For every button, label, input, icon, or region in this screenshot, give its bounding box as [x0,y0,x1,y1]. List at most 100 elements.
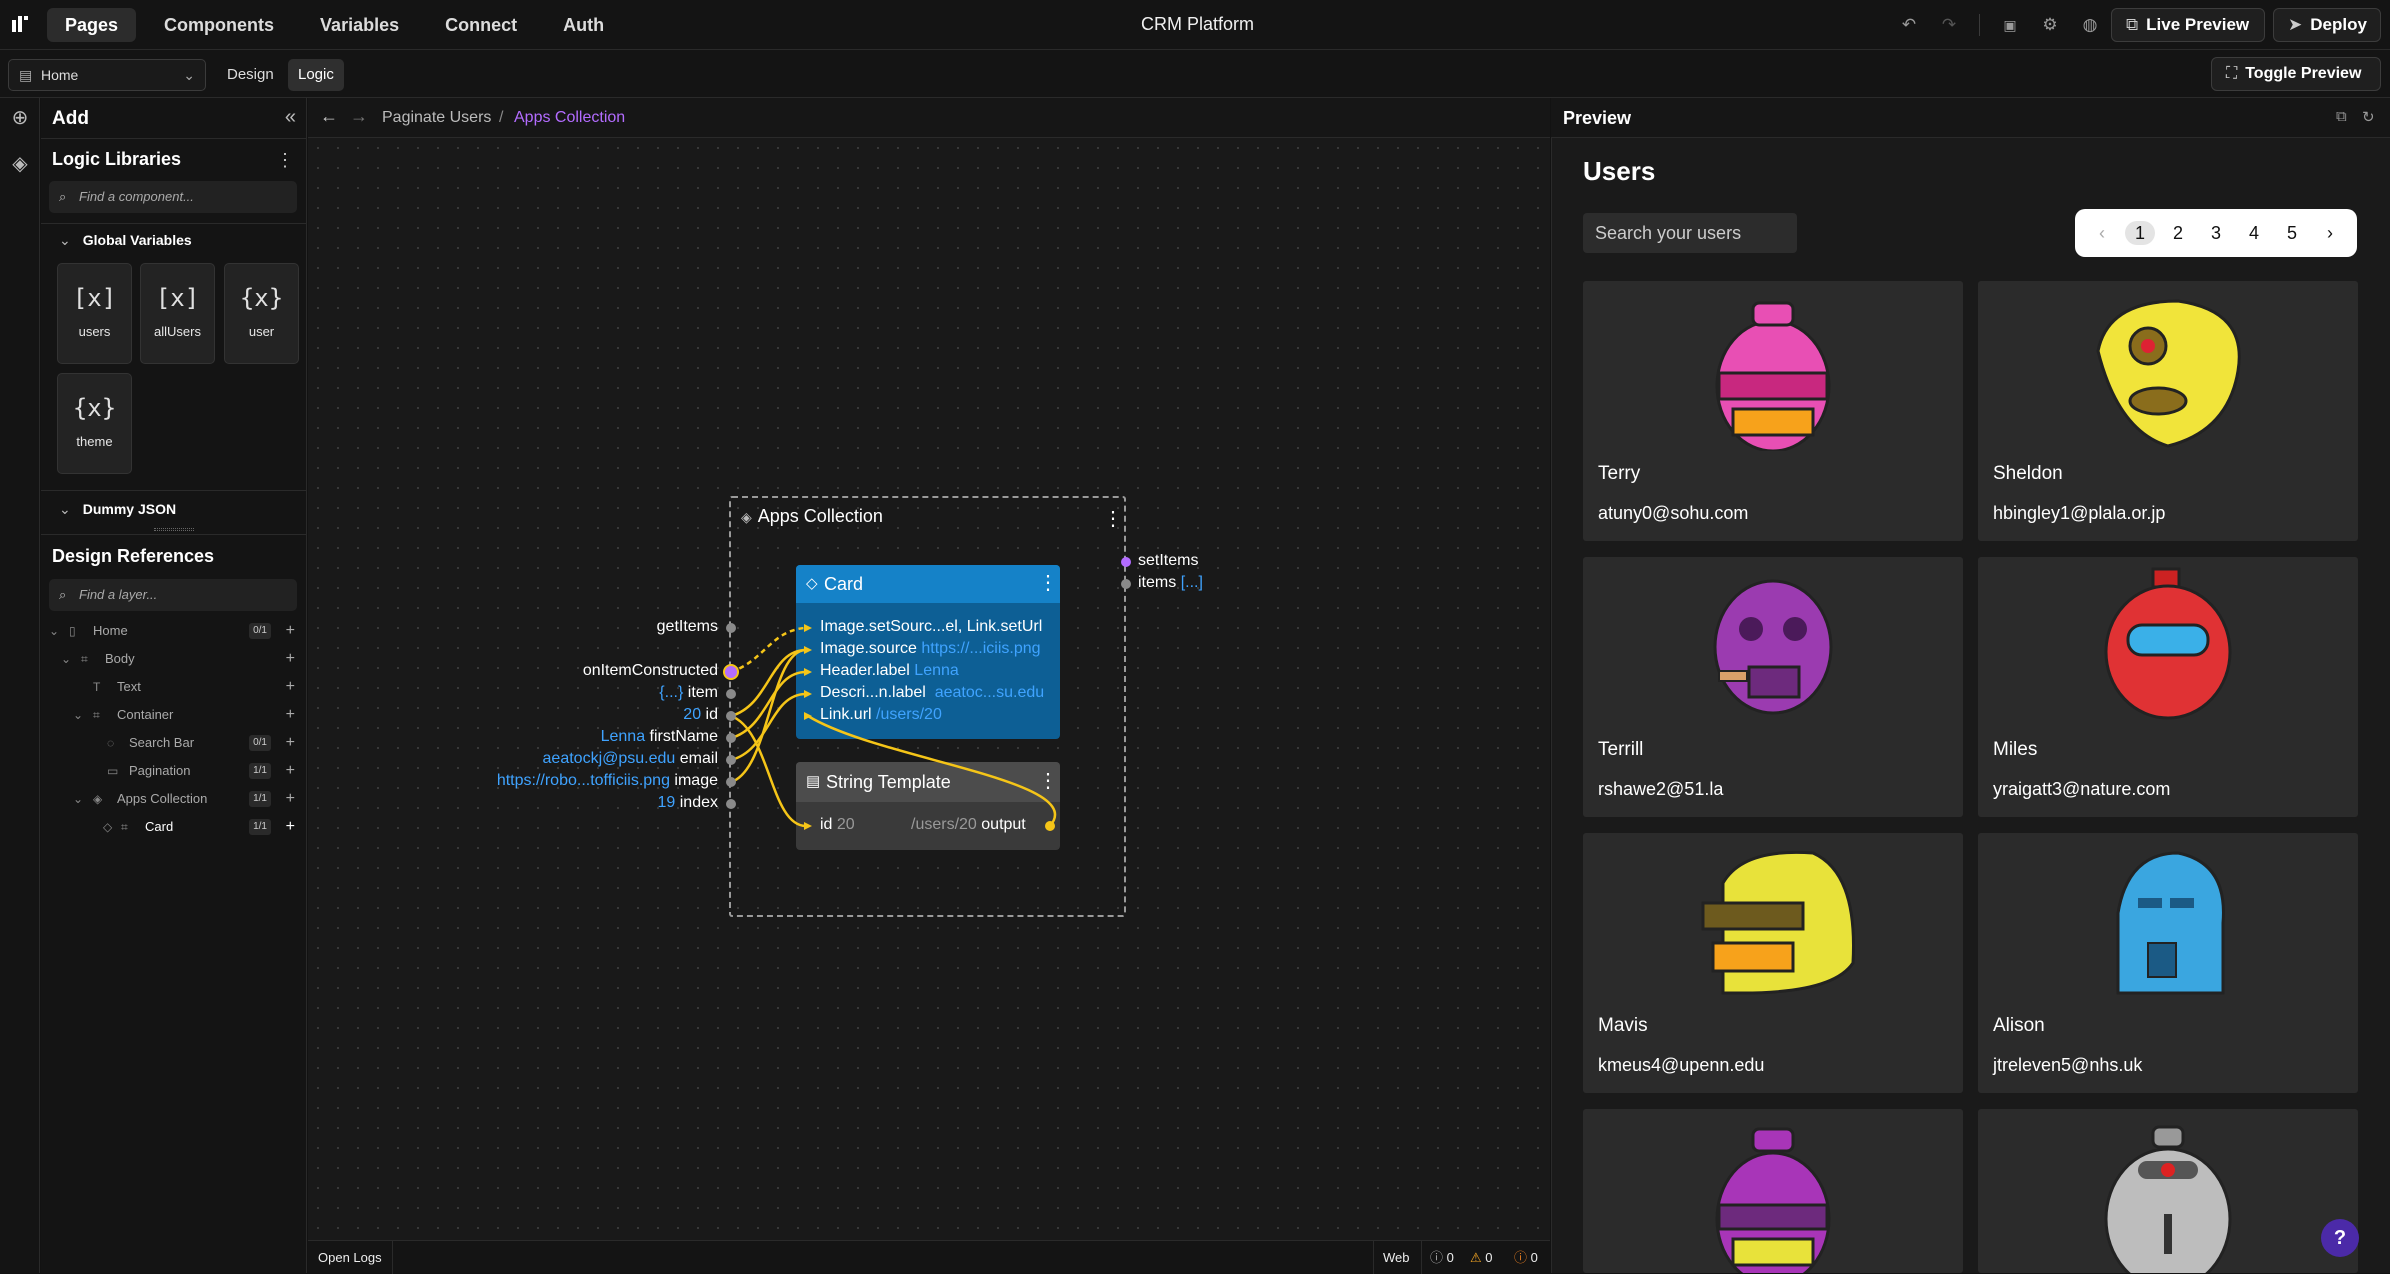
search-icon: ⌕ [59,587,67,602]
next-page-icon[interactable]: › [2315,221,2345,245]
back-arrow-icon[interactable]: ← [320,106,338,127]
input-value: 19 [657,794,676,811]
variable-theme[interactable]: {x} theme [57,373,132,474]
frame-more-icon[interactable]: ⋮ [1103,506,1123,531]
add-icon[interactable]: + [286,702,295,728]
layer-pagination[interactable]: ▭ Pagination 1/1 + [41,758,307,784]
undo-icon[interactable]: ↶ [1898,14,1920,36]
input-label: onItemConstructed [582,662,718,679]
variable-label: users [78,324,111,339]
globe-icon[interactable]: ◍ [2079,14,2101,36]
variable-label: allUsers [154,324,201,339]
add-icon[interactable]: + [286,758,295,784]
add-icon[interactable]: + [286,646,295,672]
add-icon[interactable]: + [286,730,295,756]
layer-body[interactable]: ⌄ ⌗ Body + [41,646,307,672]
preview-icon: ⛶ [2226,65,2238,82]
tab-variables[interactable]: Variables [302,8,417,42]
page-2[interactable]: 2 [2163,221,2193,245]
user-card[interactable]: Miles yraigatt3@nature.com [1978,557,2358,817]
error-icon: ⓘ [1514,1250,1528,1265]
redo-icon[interactable]: ↷ [1938,14,1960,36]
variable-user[interactable]: {x} user [224,263,299,364]
layer-container[interactable]: ⌄ ⌗ Container + [41,702,307,728]
collapse-icon[interactable]: « [285,106,296,129]
page-3[interactable]: 3 [2201,221,2231,245]
global-variables-group[interactable]: ⌄ Global Variables [59,232,192,249]
page-5[interactable]: 5 [2277,221,2307,245]
deploy-button[interactable]: ➤ Deploy [2273,8,2381,42]
device-icon[interactable]: ▣ [1999,14,2021,36]
add-icon[interactable]: + [286,618,295,644]
divider [41,223,307,224]
tab-design[interactable]: Design [217,59,284,91]
component-icon: ▭ [107,764,119,778]
user-name: Terry [1598,463,1641,484]
open-logs-button[interactable]: Open Logs [318,1241,382,1274]
user-card[interactable]: Sheldon hbingley1@plala.or.jp [1978,281,2358,541]
app-logo-icon[interactable] [10,14,30,34]
add-icon[interactable]: + [286,786,295,812]
toggle-preview-button[interactable]: ⛶ Toggle Preview [2211,57,2381,91]
live-preview-button[interactable]: ⧉ Live Preview [2111,8,2265,42]
user-card[interactable]: Alison jtreleven5@nhs.uk [1978,833,2358,1093]
component-search-placeholder: Find a component... [79,189,194,204]
layer-home[interactable]: ⌄ ▯ Home 0/1 + [41,618,307,644]
card-node-header[interactable]: ◇ Card [796,565,1060,603]
user-avatar [1715,1127,1831,1273]
dummy-json-group[interactable]: ⌄ Dummy JSON [59,501,176,518]
port-label: Header.label [820,662,910,679]
input-index: 19 index [658,794,719,812]
user-card[interactable] [1583,1109,1963,1273]
tab-pages[interactable]: Pages [47,8,137,42]
layer-search-input[interactable]: ⌕ Find a layer... [49,579,297,611]
refresh-icon[interactable]: ↻ [2362,108,2375,126]
user-card[interactable]: Mavis kmeus4@upenn.edu [1583,833,1963,1093]
layers-icon[interactable]: ◈ [8,152,32,176]
tab-connect[interactable]: Connect [427,8,535,42]
error-count[interactable]: ⓘ 0 [1514,1241,1538,1274]
add-icon[interactable]: + [286,814,295,840]
more-icon[interactable]: ⋮ [276,150,294,171]
layer-search-placeholder: Find a layer... [79,587,158,602]
layer-apps-collection[interactable]: ⌄ ◈ Apps Collection 1/1 + [41,786,307,812]
frame-icon: ⌗ [81,652,88,666]
help-button[interactable]: ? [2321,1219,2359,1257]
prev-page-icon[interactable]: ‹ [2087,221,2117,245]
layer-text[interactable]: T Text + [41,674,307,700]
warning-count[interactable]: ⚠ 0 [1470,1241,1493,1274]
frame-title: ◈ Apps Collection [741,506,883,527]
card-more-icon[interactable]: ⋮ [1038,570,1058,595]
gear-icon[interactable]: ⚙ [2039,14,2061,36]
variable-icon: [x] [72,284,117,312]
add-icon[interactable]: ⊕ [8,106,32,130]
st-input-port: id 20 [820,816,855,834]
page-select[interactable]: ▤ Home ⌄ [8,59,206,91]
info-count[interactable]: ⓘ 0 [1430,1241,1454,1274]
string-template-more-icon[interactable]: ⋮ [1038,768,1058,793]
tab-auth[interactable]: Auth [545,8,622,42]
user-card[interactable]: Terrill rshawe2@51.la [1583,557,1963,817]
breadcrumb-parent[interactable]: Paginate Users [382,109,491,127]
page-1[interactable]: 1 [2125,221,2155,245]
tab-components[interactable]: Components [146,8,292,42]
breadcrumb-current[interactable]: Apps Collection [514,109,625,127]
error-count-value: 0 [1530,1250,1538,1265]
string-template-header[interactable]: ▤ String Template [796,762,1060,802]
user-card[interactable]: Terry atuny0@sohu.com [1583,281,1963,541]
user-card[interactable] [1978,1109,2358,1273]
add-icon[interactable]: + [286,674,295,700]
open-preview-icon[interactable]: ⧉ [2336,108,2347,125]
layer-search-bar[interactable]: ◌ Search Bar 0/1 + [41,730,307,756]
component-search-input[interactable]: ⌕ Find a component... [49,181,297,213]
resize-handle[interactable] [154,528,194,531]
platform-label[interactable]: Web [1383,1241,1410,1274]
variable-users[interactable]: [x] users [57,263,132,364]
page-icon: ▯ [69,624,76,638]
page-4[interactable]: 4 [2239,221,2269,245]
forward-arrow-icon[interactable]: → [350,106,368,127]
variable-allusers[interactable]: [x] allUsers [140,263,215,364]
user-search-input[interactable]: Search your users [1583,213,1797,253]
tab-logic[interactable]: Logic [288,59,344,91]
layer-card[interactable]: ◇ ⌗ Card 1/1 + [41,814,307,840]
